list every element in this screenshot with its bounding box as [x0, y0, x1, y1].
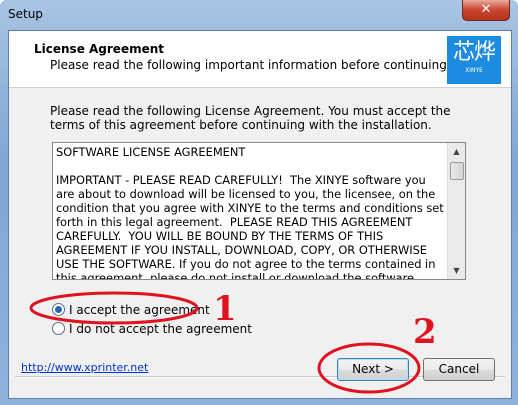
license-text: SOFTWARE LICENSE AGREEMENT IMPORTANT - P… [56, 145, 444, 280]
accept-label[interactable]: I accept the agreement [69, 303, 210, 317]
page-title: License Agreement [34, 42, 165, 56]
scroll-thumb[interactable] [450, 162, 464, 180]
scroll-down-arrow-icon[interactable]: ▼ [448, 262, 465, 279]
next-button[interactable]: Next > [337, 358, 409, 381]
page-subtitle: Please read the following important info… [50, 58, 451, 72]
license-textbox[interactable]: SOFTWARE LICENSE AGREEMENT IMPORTANT - P… [52, 142, 466, 280]
vertical-scrollbar[interactable]: ▲ ▼ [447, 143, 465, 279]
decline-radio[interactable] [52, 322, 65, 335]
title-bar: Setup ✕ [0, 0, 518, 30]
website-link[interactable]: http://www.xprinter.net [21, 361, 148, 374]
close-button[interactable]: ✕ [462, 0, 510, 21]
instruction-text: Please read the following License Agreem… [50, 104, 451, 132]
window-title: Setup [8, 7, 43, 21]
scroll-up-arrow-icon[interactable]: ▲ [448, 143, 465, 160]
cancel-button[interactable]: Cancel [423, 358, 495, 381]
accept-radio[interactable] [52, 303, 65, 316]
wizard-header: License Agreement Please read the follow… [9, 31, 511, 88]
logo-chinese-text: 芯烨 [452, 40, 496, 65]
setup-window: Setup ✕ License Agreement Please read th… [0, 0, 518, 405]
step-2-label: 2 [413, 312, 437, 352]
xinye-logo: 芯烨 XINYE [447, 36, 501, 84]
accept-option[interactable]: I accept the agreement [52, 303, 210, 317]
logo-english-text: XINYE [465, 67, 483, 74]
step-1-label: 1 [213, 289, 237, 329]
